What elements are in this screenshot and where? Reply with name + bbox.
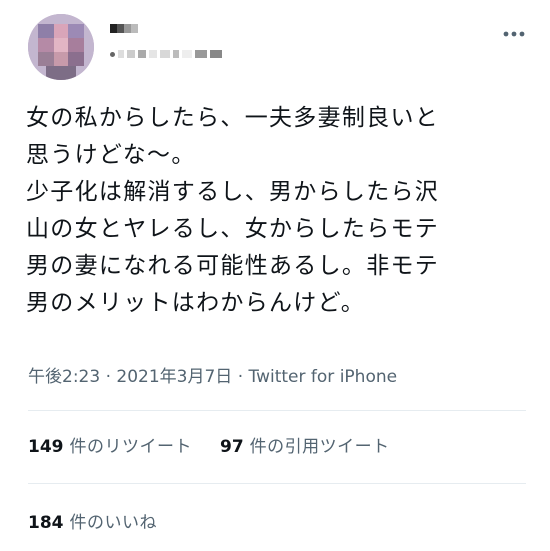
tweet-text: 女の私からしたら、一夫多妻制良いと 思うけどな〜。 少子化は解消するし、男からし… [26,105,440,316]
meta-separator: · [105,367,111,387]
avatar[interactable] [28,14,94,80]
like-label: 件のいいね [69,513,157,533]
likes-stat[interactable]: 184 件のいいね [28,508,157,533]
quote-count: 97 [220,437,244,457]
display-name-redacted[interactable] [110,24,138,33]
user-handle-redacted[interactable] [110,50,222,58]
likes-row: 184 件のいいね [28,508,157,533]
like-count: 184 [28,513,64,533]
stats-row: 149 件のリツイート 97 件の引用ツイート [28,432,390,457]
more-horizontal-icon [503,31,525,37]
divider [28,410,526,411]
meta-separator: · [237,367,244,387]
tweet-source-link[interactable]: Twitter for iPhone [249,367,398,387]
quotes-stat[interactable]: 97 件の引用ツイート [220,432,390,457]
more-options-button[interactable] [500,24,528,44]
tweet-header [28,14,528,84]
retweet-count: 149 [28,437,64,457]
quote-label: 件の引用ツイート [249,437,390,457]
tweet-meta: 午後2:23 · 2021年3月7日 · Twitter for iPhone [28,362,397,387]
tweet-time-link[interactable]: 午後2:23 [28,367,100,387]
divider [28,483,526,484]
user-name-block[interactable] [110,22,410,72]
tweet-date-link[interactable]: 2021年3月7日 [116,367,232,387]
retweet-label: 件のリツイート [69,437,192,457]
retweets-stat[interactable]: 149 件のリツイート [28,432,192,457]
